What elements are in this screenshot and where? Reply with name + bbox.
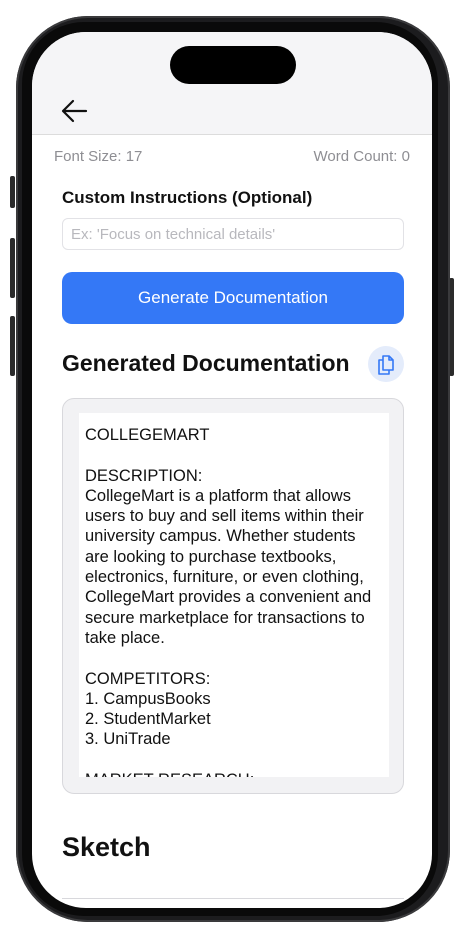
divider — [62, 898, 404, 899]
font-size-label: Font Size: 17 — [54, 148, 143, 165]
custom-instructions-label: Custom Instructions (Optional) — [62, 188, 313, 207]
action-button — [10, 176, 15, 208]
volume-up-button — [10, 238, 15, 298]
back-button[interactable] — [60, 96, 90, 126]
documentation-scroll-area[interactable]: COLLEGEMART DESCRIPTION: CollegeMart is … — [79, 413, 389, 777]
copy-button[interactable] — [368, 346, 404, 382]
dynamic-island — [170, 46, 296, 84]
app-screen: Font Size: 17 Word Count: 0 Custom Instr… — [32, 32, 432, 908]
meta-row: Font Size: 17 Word Count: 0 — [32, 148, 432, 168]
custom-instructions-input[interactable] — [62, 218, 404, 250]
word-count-label: Word Count: 0 — [313, 148, 410, 165]
sketch-title: Sketch — [62, 832, 151, 862]
copy-document-icon — [378, 355, 394, 375]
documentation-card: COLLEGEMART DESCRIPTION: CollegeMart is … — [62, 398, 404, 794]
device-stage: Font Size: 17 Word Count: 0 Custom Instr… — [0, 0, 460, 938]
arrow-left-icon — [61, 99, 88, 123]
documentation-content: COLLEGEMART DESCRIPTION: CollegeMart is … — [85, 426, 372, 777]
volume-down-button — [10, 316, 15, 376]
generated-documentation-title: Generated Documentation — [62, 350, 350, 376]
generate-documentation-button[interactable]: Generate Documentation — [62, 272, 404, 324]
nav-header — [32, 32, 432, 135]
